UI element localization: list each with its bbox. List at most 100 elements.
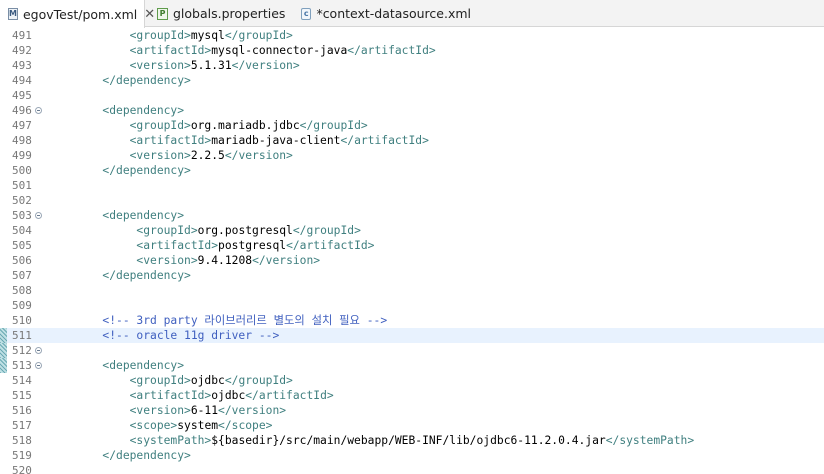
code-line[interactable]: 508 bbox=[0, 283, 824, 298]
xml-tag: <groupId> bbox=[48, 224, 198, 237]
code-line[interactable]: 494 </dependency> bbox=[0, 73, 824, 88]
xml-tag: <systemPath> bbox=[48, 434, 212, 447]
xml-tag: </groupId> bbox=[292, 224, 361, 237]
code-line[interactable]: 507 </dependency> bbox=[0, 268, 824, 283]
xml-value: system bbox=[177, 419, 219, 432]
code-line[interactable]: 493 <version>5.1.31</version> bbox=[0, 58, 824, 73]
xml-tag: </version> bbox=[224, 149, 293, 162]
line-number: 491 bbox=[12, 29, 32, 42]
code-line[interactable]: 518 <systemPath>${basedir}/src/main/weba… bbox=[0, 433, 824, 448]
code-line[interactable]: 496 <dependency> bbox=[0, 103, 824, 118]
code-text: <version>2.2.5</version> bbox=[48, 148, 293, 163]
line-number: 506 bbox=[12, 254, 32, 267]
xml-value: 2.2.5 bbox=[190, 149, 225, 162]
xml-tag: </groupId> bbox=[224, 29, 293, 42]
xml-tag: <dependency> bbox=[48, 209, 185, 222]
xml-tag: <version> bbox=[48, 149, 191, 162]
tab-label: *context-datasource.xml bbox=[316, 6, 471, 21]
code-line[interactable]: 500 </dependency> bbox=[0, 163, 824, 178]
code-line[interactable]: 504 <groupId>org.postgresql</groupId> bbox=[0, 223, 824, 238]
line-number: 505 bbox=[12, 239, 32, 252]
xml-value: mysql-connector-java bbox=[211, 44, 348, 57]
change-marker bbox=[0, 358, 7, 373]
xml-tag: <artifactId> bbox=[48, 239, 219, 252]
code-text: <dependency> bbox=[48, 103, 184, 118]
line-number: 512 bbox=[12, 344, 32, 357]
code-line[interactable]: 512 bbox=[0, 343, 824, 358]
code-text: </dependency> bbox=[48, 268, 190, 283]
code-line[interactable]: 520 bbox=[0, 463, 824, 474]
code-line[interactable]: 509 bbox=[0, 298, 824, 313]
xml-tag: <dependency> bbox=[48, 104, 185, 117]
change-marker bbox=[0, 328, 7, 343]
line-number: 509 bbox=[12, 299, 32, 312]
maven-xml-file-icon: M bbox=[8, 8, 18, 20]
code-line[interactable]: 506 <version>9.4.1208</version> bbox=[0, 253, 824, 268]
xml-tag: <groupId> bbox=[48, 119, 191, 132]
code-text: <groupId>org.postgresql</groupId> bbox=[48, 223, 361, 238]
code-line[interactable]: 497 <groupId>org.mariadb.jdbc</groupId> bbox=[0, 118, 824, 133]
xml-tag: </artifactId> bbox=[340, 134, 429, 147]
code-line[interactable]: 502 bbox=[0, 193, 824, 208]
line-number: 518 bbox=[12, 434, 32, 447]
xml-value: 6-11 bbox=[190, 404, 219, 417]
code-line[interactable]: 499 <version>2.2.5</version> bbox=[0, 148, 824, 163]
code-line[interactable]: 516 <version>6-11</version> bbox=[0, 403, 824, 418]
xml-tag: </artifactId> bbox=[347, 44, 436, 57]
line-number: 513 bbox=[12, 359, 32, 372]
xml-tag: </artifactId> bbox=[286, 239, 375, 252]
tab-context-datasource-xml[interactable]: c *context-datasource.xml bbox=[301, 0, 471, 27]
code-text: <artifactId>mysql-connector-java</artifa… bbox=[48, 43, 436, 58]
code-text: <dependency> bbox=[48, 208, 184, 223]
fold-collapse-icon[interactable] bbox=[35, 362, 42, 369]
code-line[interactable]: 505 <artifactId>postgresql</artifactId> bbox=[0, 238, 824, 253]
fold-collapse-icon[interactable] bbox=[35, 107, 42, 114]
xml-tag: <artifactId> bbox=[48, 44, 212, 57]
code-text: </dependency> bbox=[48, 73, 190, 88]
code-text: <!-- 3rd party 라이브러리르 별도의 설치 필요 --> bbox=[48, 313, 387, 328]
code-line[interactable]: 501 bbox=[0, 178, 824, 193]
code-line[interactable]: 514 <groupId>ojdbc</groupId> bbox=[0, 373, 824, 388]
fold-collapse-icon[interactable] bbox=[35, 212, 42, 219]
line-number: 516 bbox=[12, 404, 32, 417]
xml-value: org.mariadb.jdbc bbox=[190, 119, 300, 132]
code-editor[interactable]: 491 <groupId>mysql</groupId> 492 <artifac… bbox=[0, 28, 824, 474]
code-line[interactable]: 495 bbox=[0, 88, 824, 103]
fold-collapse-icon[interactable] bbox=[35, 347, 42, 354]
code-text: <artifactId>ojdbc</artifactId> bbox=[48, 388, 334, 403]
code-line[interactable]: 513 <dependency> bbox=[0, 358, 824, 373]
line-number: 514 bbox=[12, 374, 32, 387]
line-number: 496 bbox=[12, 104, 32, 117]
line-number: 499 bbox=[12, 149, 32, 162]
code-line[interactable]: 510 <!-- 3rd party 라이브러리르 별도의 설치 필요 --> bbox=[0, 313, 824, 328]
code-line[interactable]: 519 </dependency> bbox=[0, 448, 824, 463]
xml-tag: </version> bbox=[218, 404, 287, 417]
tab-globals-properties[interactable]: P globals.properties bbox=[157, 0, 297, 27]
code-text: <artifactId>mariadb-java-client</artifac… bbox=[48, 133, 429, 148]
code-text: <version>9.4.1208</version> bbox=[48, 253, 320, 268]
line-number: 520 bbox=[12, 464, 32, 474]
code-line[interactable]: 517 <scope>system</scope> bbox=[0, 418, 824, 433]
xml-tag: <artifactId> bbox=[48, 134, 212, 147]
tab-pom-xml[interactable]: M egovTest/pom.xml ✕ bbox=[0, 0, 155, 28]
xml-value: ojdbc bbox=[211, 389, 246, 402]
line-number: 498 bbox=[12, 134, 32, 147]
line-number: 504 bbox=[12, 224, 32, 237]
code-line[interactable]: 492 <artifactId>mysql-connector-java</ar… bbox=[0, 43, 824, 58]
line-number: 508 bbox=[12, 284, 32, 297]
code-line[interactable]: 515 <artifactId>ojdbc</artifactId> bbox=[0, 388, 824, 403]
line-number: 510 bbox=[12, 314, 32, 327]
code-line[interactable]: 491 <groupId>mysql</groupId> bbox=[0, 28, 824, 43]
xml-tag: </version> bbox=[252, 254, 321, 267]
code-line[interactable]: 503 <dependency> bbox=[0, 208, 824, 223]
line-number: 502 bbox=[12, 194, 32, 207]
xml-tag: <artifactId> bbox=[48, 389, 212, 402]
xml-comment: <!-- 3rd party 라이브러리르 별도의 설치 필요 --> bbox=[48, 314, 388, 327]
code-text: <!-- oracle 11g driver --> bbox=[48, 328, 279, 343]
close-icon[interactable]: ✕ bbox=[144, 8, 155, 21]
xml-tag: <groupId> bbox=[48, 374, 191, 387]
code-line[interactable]: 498 <artifactId>mariadb-java-client</art… bbox=[0, 133, 824, 148]
line-number: 495 bbox=[12, 89, 32, 102]
xml-file-icon: c bbox=[301, 7, 312, 20]
code-line[interactable]: 511 <!-- oracle 11g driver --> bbox=[0, 328, 824, 343]
